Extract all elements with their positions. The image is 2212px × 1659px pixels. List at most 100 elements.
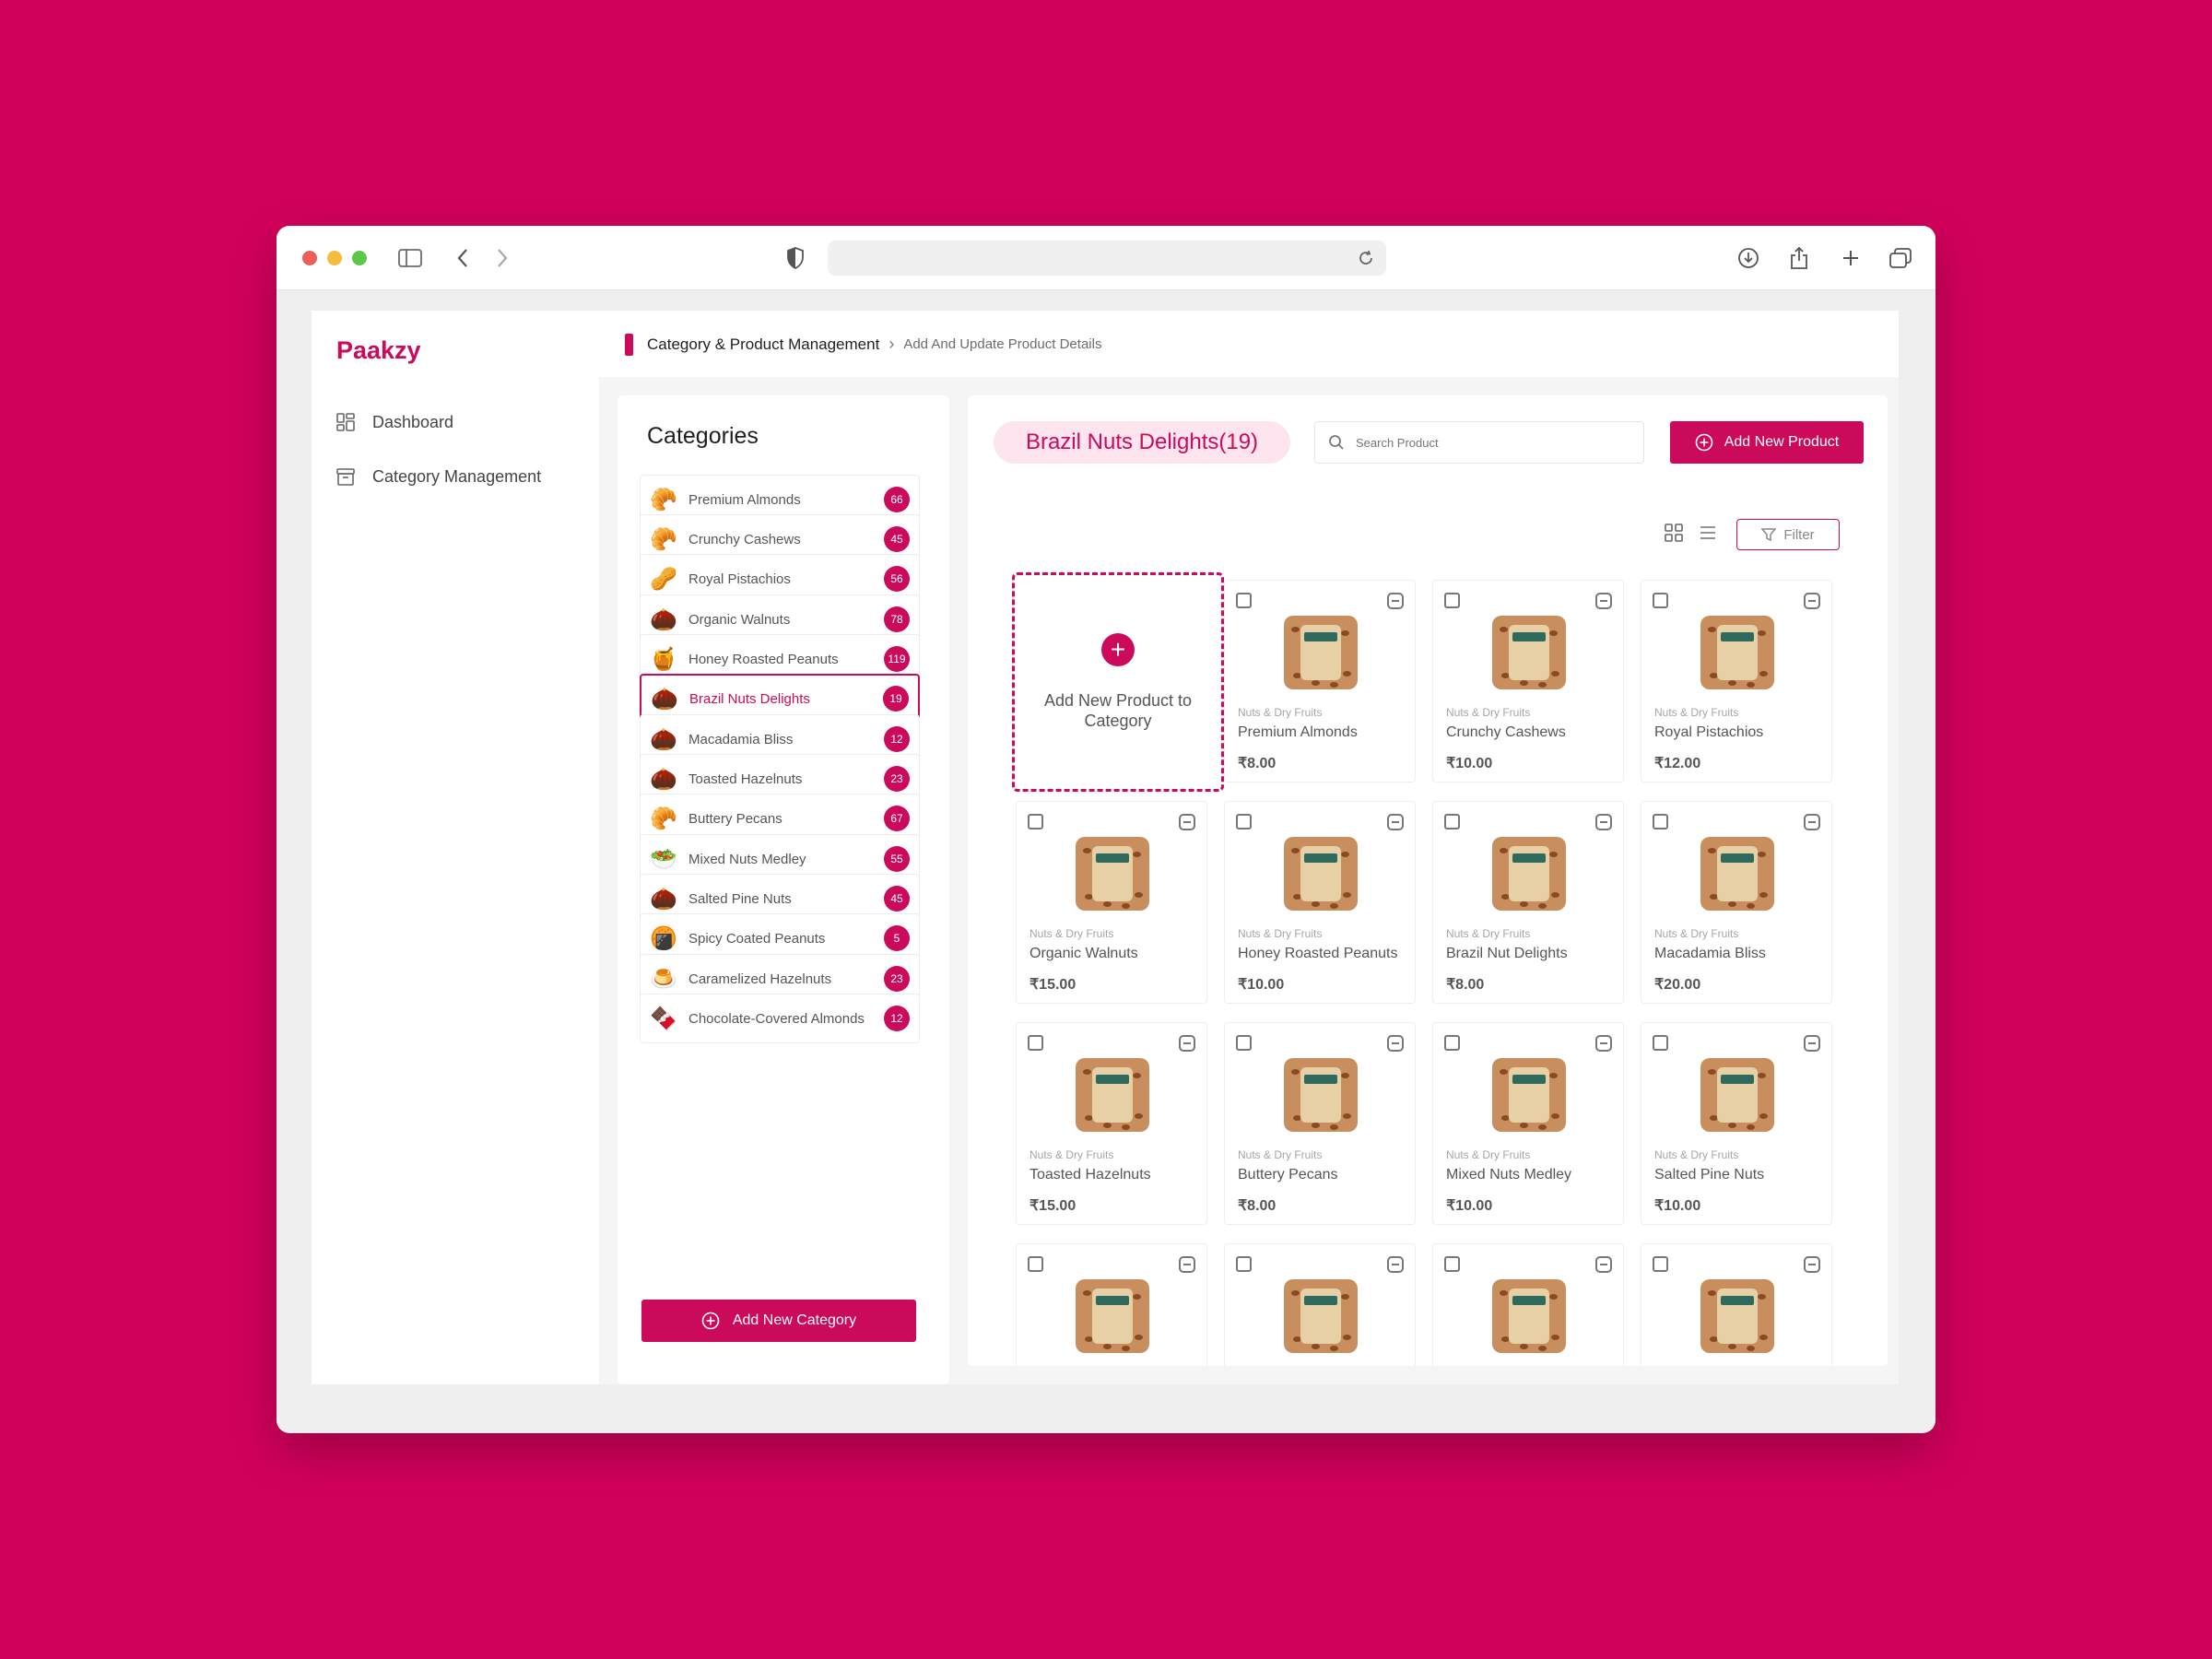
remove-icon[interactable] (1179, 814, 1195, 830)
product-card[interactable]: Nuts & Dry Fruits Organic Walnuts ₹15.00 (1016, 801, 1207, 1004)
sidebar-item-category-management[interactable]: Category Management (335, 466, 541, 487)
product-card[interactable]: Nuts & Dry Fruits Brazil Nut Delights ₹8.0… (1432, 801, 1624, 1004)
category-label: Crunchy Cashews (688, 531, 801, 547)
browser-toolbar (276, 226, 1936, 290)
product-image (1700, 837, 1774, 911)
product-card[interactable] (1224, 1243, 1416, 1366)
product-category: Nuts & Dry Fruits (1654, 706, 1739, 719)
remove-icon[interactable] (1387, 1256, 1404, 1273)
remove-icon[interactable] (1387, 593, 1404, 609)
count-badge: 19 (883, 686, 909, 712)
product-card[interactable] (1016, 1243, 1207, 1366)
product-card[interactable]: Nuts & Dry Fruits Premium Almonds ₹8.00 (1224, 580, 1416, 782)
remove-icon[interactable] (1387, 1035, 1404, 1052)
remove-icon[interactable] (1595, 814, 1612, 830)
select-checkbox[interactable] (1653, 1035, 1668, 1051)
product-image (1492, 1058, 1566, 1132)
product-image (1284, 1058, 1358, 1132)
product-card[interactable] (1432, 1243, 1624, 1366)
product-price: ₹10.00 (1654, 1198, 1701, 1214)
breadcrumb-section[interactable]: Category & Product Management (647, 335, 879, 354)
product-image (1076, 1058, 1149, 1132)
product-card[interactable]: Nuts & Dry Fruits Macadamia Bliss ₹20.00 (1641, 801, 1832, 1004)
archive-icon (336, 468, 355, 486)
reload-icon[interactable] (1353, 245, 1379, 271)
select-checkbox[interactable] (1028, 814, 1043, 830)
select-checkbox[interactable] (1028, 1256, 1043, 1272)
plus-circle-icon (701, 1312, 720, 1330)
product-price: ₹15.00 (1030, 1198, 1077, 1214)
remove-icon[interactable] (1595, 593, 1612, 609)
category-label: Buttery Pecans (688, 810, 782, 827)
new-tab-icon[interactable] (1837, 244, 1865, 272)
remove-icon[interactable] (1804, 814, 1820, 830)
product-image (1076, 1279, 1149, 1353)
back-icon[interactable] (449, 244, 477, 272)
download-icon[interactable] (1735, 244, 1762, 272)
sidebar-item-dashboard[interactable]: Dashboard (335, 412, 453, 432)
product-name: Royal Pistachios (1654, 724, 1764, 740)
count-badge: 12 (884, 1006, 910, 1031)
select-checkbox[interactable] (1653, 814, 1668, 830)
select-checkbox[interactable] (1028, 1035, 1043, 1051)
product-card[interactable]: Nuts & Dry Fruits Salted Pine Nuts ₹10.00 (1641, 1022, 1832, 1225)
share-icon[interactable] (1785, 244, 1813, 272)
remove-icon[interactable] (1595, 1035, 1612, 1052)
add-category-button[interactable]: Add New Category (641, 1300, 916, 1342)
product-card[interactable]: Nuts & Dry Fruits Mixed Nuts Medley ₹10.00 (1432, 1022, 1624, 1225)
category-label: Premium Almonds (688, 491, 801, 508)
product-category: Nuts & Dry Fruits (1238, 1148, 1323, 1161)
product-card[interactable]: Nuts & Dry Fruits Buttery Pecans ₹8.00 (1224, 1022, 1416, 1225)
brand-logo[interactable]: Paakzy (336, 336, 421, 365)
product-card[interactable]: Nuts & Dry Fruits Honey Roasted Peanuts ₹1… (1224, 801, 1416, 1004)
tabs-overview-icon[interactable] (1887, 244, 1914, 272)
product-name: Salted Pine Nuts (1654, 1167, 1765, 1182)
product-card[interactable]: Nuts & Dry Fruits Toasted Hazelnuts ₹15.00 (1016, 1022, 1207, 1225)
minimize-window-button[interactable] (327, 251, 342, 265)
category-item-chocolate-covered-almonds[interactable]: 🍫 Chocolate-Covered Almonds 12 (640, 994, 920, 1043)
product-image (1492, 616, 1566, 689)
select-checkbox[interactable] (1236, 1256, 1252, 1272)
select-checkbox[interactable] (1236, 1035, 1252, 1051)
category-list[interactable]: 🥐 Premium Almonds 66 🥐 Crunchy Cashews 45 🥜 R… (640, 475, 922, 1282)
remove-icon[interactable] (1179, 1035, 1195, 1052)
select-checkbox[interactable] (1444, 1256, 1460, 1272)
breadcrumb: Category & Product Management › Add And … (647, 335, 1101, 354)
select-checkbox[interactable] (1444, 1035, 1460, 1051)
forward-icon[interactable] (488, 244, 516, 272)
dashboard-icon (336, 413, 355, 431)
remove-icon[interactable] (1804, 593, 1820, 609)
select-checkbox[interactable] (1653, 593, 1668, 608)
remove-icon[interactable] (1387, 814, 1404, 830)
category-label: Royal Pistachios (688, 571, 791, 587)
category-label: Salted Pine Nuts (688, 890, 792, 907)
product-card[interactable]: Nuts & Dry Fruits Royal Pistachios ₹12.00 (1641, 580, 1832, 782)
select-checkbox[interactable] (1236, 593, 1252, 608)
category-label: Brazil Nuts Delights (689, 690, 810, 707)
select-checkbox[interactable] (1444, 814, 1460, 830)
remove-icon[interactable] (1804, 1256, 1820, 1273)
count-badge: 67 (884, 806, 910, 831)
almond-icon: 🥐 (650, 487, 677, 512)
products-panel: Brazil Nuts Delights(19) Add New Product… (968, 395, 1888, 1366)
close-window-button[interactable] (302, 251, 317, 265)
product-price: ₹10.00 (1446, 1198, 1493, 1214)
select-checkbox[interactable] (1444, 593, 1460, 608)
product-image (1700, 1279, 1774, 1353)
add-product-card[interactable]: + Add New Product to Category (1012, 572, 1224, 792)
product-card[interactable]: Nuts & Dry Fruits Crunchy Cashews ₹10.00 (1432, 580, 1624, 782)
shield-icon[interactable] (782, 244, 809, 272)
remove-icon[interactable] (1179, 1256, 1195, 1273)
select-checkbox[interactable] (1236, 814, 1252, 830)
select-checkbox[interactable] (1653, 1256, 1668, 1272)
product-image (1700, 616, 1774, 689)
maximize-window-button[interactable] (352, 251, 367, 265)
product-category: Nuts & Dry Fruits (1654, 1148, 1739, 1161)
product-card[interactable] (1641, 1243, 1832, 1366)
product-image (1700, 1058, 1774, 1132)
remove-icon[interactable] (1595, 1256, 1612, 1273)
sidebar-toggle-icon[interactable] (396, 244, 424, 272)
product-price: ₹10.00 (1446, 756, 1493, 771)
remove-icon[interactable] (1804, 1035, 1820, 1052)
address-bar[interactable] (828, 241, 1386, 276)
